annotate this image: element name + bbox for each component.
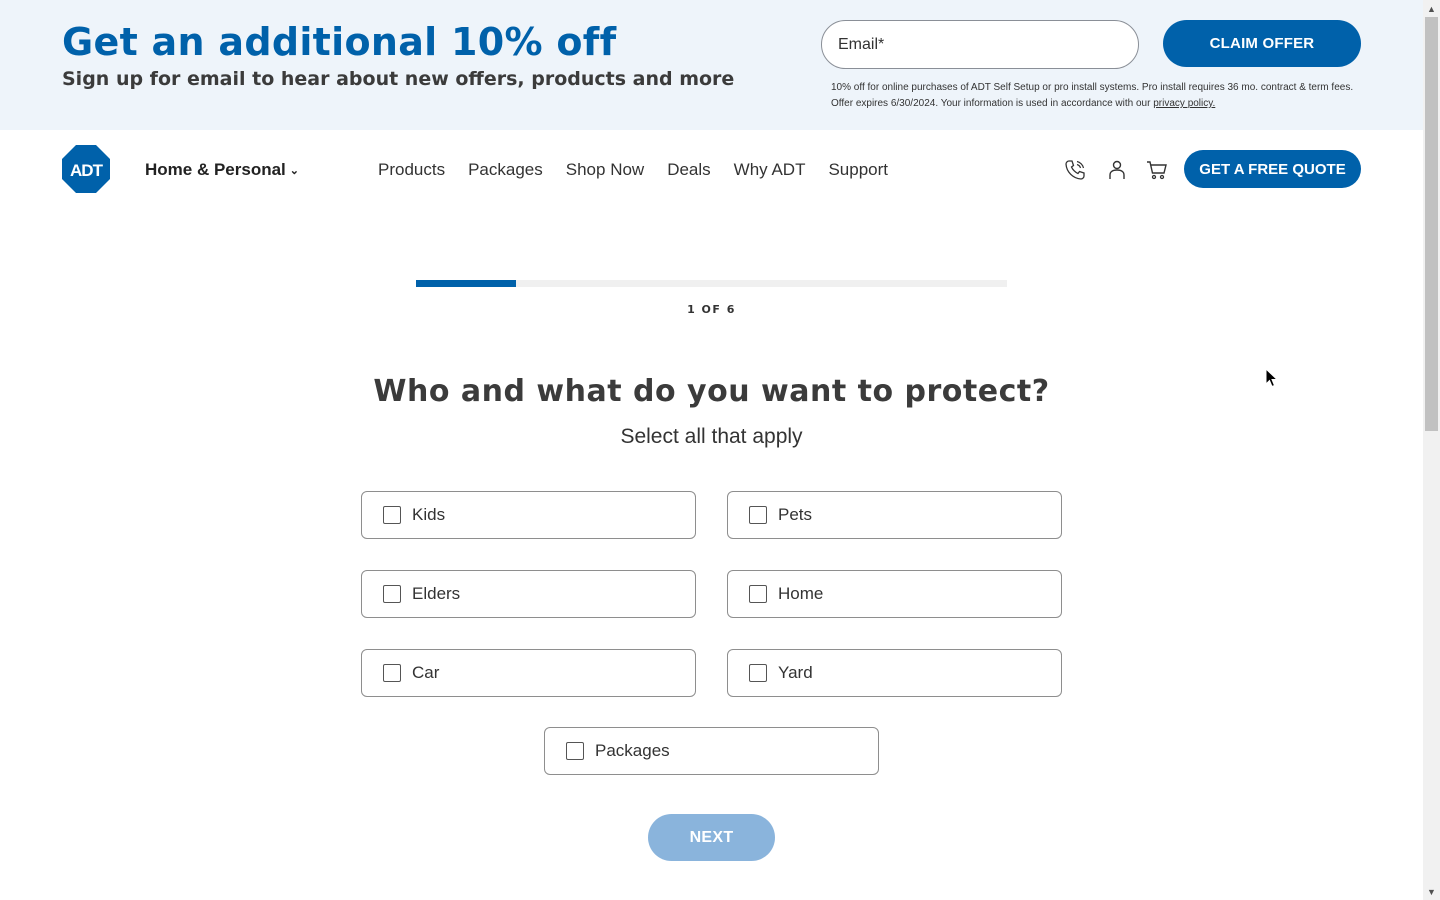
checkbox[interactable] — [383, 585, 401, 603]
scrollbar-thumb[interactable] — [1425, 17, 1438, 431]
option-car[interactable]: Car — [361, 649, 696, 697]
option-kids[interactable]: Kids — [361, 491, 696, 539]
option-label: Car — [412, 663, 440, 682]
nav-deals[interactable]: Deals — [667, 160, 710, 180]
checkbox[interactable] — [383, 506, 401, 524]
privacy-policy-link[interactable]: privacy policy. — [1153, 98, 1215, 109]
nav-packages[interactable]: Packages — [468, 160, 543, 180]
option-packages[interactable]: Packages — [544, 727, 879, 775]
checkbox[interactable] — [749, 664, 767, 682]
page-scrollbar[interactable]: ▲ ▼ — [1423, 0, 1440, 900]
option-label: Home — [778, 584, 824, 603]
option-label: Elders — [412, 584, 461, 603]
next-button[interactable]: NEXT — [648, 814, 775, 861]
main-nav: Products Packages Shop Now Deals Why ADT… — [378, 160, 911, 180]
option-home[interactable]: Home — [727, 570, 1062, 618]
promo-title: Get an additional 10% off — [62, 20, 617, 64]
cart-icon[interactable] — [1145, 158, 1169, 182]
progress-bar — [416, 280, 1007, 287]
logo-text: ADT — [70, 161, 104, 180]
nav-products[interactable]: Products — [378, 160, 445, 180]
nav-shop-now[interactable]: Shop Now — [566, 160, 644, 180]
checkbox[interactable] — [566, 742, 584, 760]
get-free-quote-button[interactable]: GET A FREE QUOTE — [1184, 150, 1361, 188]
email-input[interactable] — [821, 20, 1139, 69]
scroll-down-arrow-icon[interactable]: ▼ — [1423, 883, 1440, 900]
offer-disclaimer: 10% off for online purchases of ADT Self… — [831, 80, 1361, 112]
nav-support[interactable]: Support — [828, 160, 888, 180]
checkbox[interactable] — [749, 585, 767, 603]
claim-offer-button[interactable]: CLAIM OFFER — [1163, 20, 1361, 67]
checkbox[interactable] — [749, 506, 767, 524]
promo-subtitle: Sign up for email to hear about new offe… — [62, 68, 735, 90]
nav-why-adt[interactable]: Why ADT — [734, 160, 806, 180]
quiz-instruction: Select all that apply — [620, 425, 803, 448]
step-counter: 1 OF 6 — [687, 303, 736, 316]
option-pets[interactable]: Pets — [727, 491, 1062, 539]
adt-logo[interactable]: ADT — [62, 145, 110, 193]
disclaimer-text: 10% off for online purchases of ADT Self… — [831, 82, 1354, 109]
promo-banner: Get an additional 10% off Sign up for em… — [0, 0, 1423, 130]
option-yard[interactable]: Yard — [727, 649, 1062, 697]
audience-dropdown[interactable]: Home & Personal ⌄ — [145, 160, 299, 180]
scroll-up-arrow-icon[interactable]: ▲ — [1423, 0, 1440, 17]
option-label: Kids — [412, 505, 446, 524]
mouse-cursor-icon — [1265, 368, 1279, 388]
option-label: Yard — [778, 663, 813, 682]
option-label: Packages — [595, 741, 670, 760]
checkbox[interactable] — [383, 664, 401, 682]
account-icon[interactable] — [1105, 158, 1129, 182]
option-elders[interactable]: Elders — [361, 570, 696, 618]
progress-fill — [416, 280, 517, 287]
audience-label: Home & Personal — [145, 160, 286, 179]
quiz-question: Who and what do you want to protect? — [373, 374, 1050, 409]
option-label: Pets — [778, 505, 813, 524]
chevron-down-icon: ⌄ — [289, 164, 299, 177]
phone-icon[interactable] — [1063, 158, 1087, 182]
